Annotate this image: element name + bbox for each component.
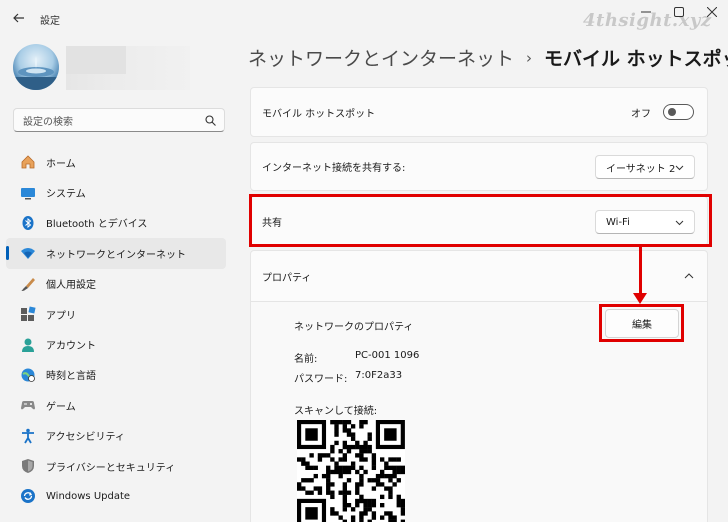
chevron-up-icon [684,273,694,279]
sidebar-item-label: ホーム [46,158,76,170]
maximize-button[interactable] [662,0,695,24]
sidebar-item-windows-update[interactable]: Windows Update [6,481,226,511]
qr-code-image [297,420,405,522]
title-bar: 設定 4thsight.xyz [0,0,728,36]
sidebar-item-bluetooth[interactable]: Bluetooth とデバイス [6,208,226,238]
share-internet-label: インターネット接続を共有する: [262,163,406,174]
qr-code [297,420,405,522]
window-controls [629,0,728,30]
share-internet-value: イーサネット 2 [606,163,676,175]
sidebar-item-label: プライバシーとセキュリティ [46,462,176,474]
name-value: PC-001 1096 [355,350,420,361]
gamepad-icon [20,397,36,413]
hotspot-toggle-card: モバイル ホットスポット オフ [250,87,708,137]
back-button[interactable] [10,9,28,27]
chevron-down-icon [675,165,684,171]
brush-icon [20,276,36,292]
chevron-down-icon [675,220,684,226]
password-value: 7:0F2a33 [355,370,403,381]
sidebar-item-accessibility[interactable]: アクセシビリティ [6,421,226,451]
breadcrumb: ネットワークとインターネット › モバイル ホットスポット [248,44,728,71]
name-label: 名前: [294,354,318,365]
sidebar-item-label: アプリ [46,310,76,322]
update-icon [20,488,36,504]
share-label: 共有 [262,217,282,229]
share-value: Wi-Fi [606,216,630,228]
sidebar-item-accounts[interactable]: アカウント [6,329,226,359]
search-icon [205,115,216,126]
edit-button[interactable]: 編集 [605,309,679,338]
account-icon [20,337,36,353]
sidebar-item-system[interactable]: システム [6,177,226,207]
shield-icon [20,458,36,474]
annotation-arrow-head [633,293,647,304]
close-button[interactable] [695,0,728,24]
sidebar-item-label: アクセシビリティ [46,432,125,444]
profile-info-blurred [66,46,190,90]
close-icon [706,7,717,17]
annotation-arrow-line [639,247,642,295]
breadcrumb-separator-icon: › [526,48,533,67]
share-internet-dropdown[interactable]: イーサネット 2 [595,155,695,179]
sidebar-item-time-language[interactable]: 時刻と言語 [6,360,226,390]
hotspot-state-label: オフ [631,108,651,120]
breadcrumb-parent[interactable]: ネットワークとインターネット [248,44,514,71]
app-title: 設定 [40,16,60,27]
sidebar-nav: ホーム システム Bluetooth とデバイス ネットワークとインターネット … [6,147,226,512]
sidebar-item-apps[interactable]: アプリ [6,299,226,329]
sidebar-item-label: アカウント [46,341,96,353]
avatar-image [13,56,59,90]
sidebar-item-home[interactable]: ホーム [6,147,226,177]
sidebar-item-label: Bluetooth とデバイス [46,219,148,231]
hotspot-toggle-group: オフ [631,104,694,120]
page-title: モバイル ホットスポット [544,48,728,70]
back-arrow-icon [13,13,24,23]
search-placeholder: 設定の検索 [23,116,73,128]
sidebar-item-label: 個人用設定 [46,280,96,292]
wifi-icon [20,245,36,261]
apps-icon [20,306,36,322]
network-properties-label: ネットワークのプロパティ [294,322,414,333]
globe-clock-icon [20,367,36,383]
share-over-card: 共有 Wi-Fi [250,196,708,246]
system-icon [20,185,36,201]
minimize-icon [640,11,651,13]
sidebar-item-label: ゲーム [46,401,76,413]
sidebar-item-privacy[interactable]: プライバシーとセキュリティ [6,451,226,481]
avatar[interactable] [13,44,59,90]
share-dropdown[interactable]: Wi-Fi [595,210,695,234]
search-input[interactable]: 設定の検索 [13,108,225,132]
minimize-button[interactable] [629,0,662,24]
bluetooth-icon [20,215,36,231]
hotspot-toggle[interactable] [663,104,694,120]
properties-label: プロパティ [262,272,312,284]
sidebar-item-label: 時刻と言語 [46,371,96,383]
sidebar-item-label: ネットワークとインターネット [46,249,186,261]
sidebar-item-gaming[interactable]: ゲーム [6,390,226,420]
share-internet-card: インターネット接続を共有する: イーサネット 2 [250,142,708,191]
accessibility-icon [20,428,36,444]
sidebar-item-personalization[interactable]: 個人用設定 [6,269,226,299]
hotspot-label: モバイル ホットスポット [262,108,376,120]
password-label: パスワード: [294,374,348,385]
sidebar-item-label: システム [46,189,86,201]
maximize-icon [673,7,684,17]
scan-label: スキャンして接続: [294,406,378,417]
home-icon [20,154,36,170]
sidebar-item-network[interactable]: ネットワークとインターネット [6,238,226,269]
sidebar-item-label: Windows Update [46,490,131,502]
